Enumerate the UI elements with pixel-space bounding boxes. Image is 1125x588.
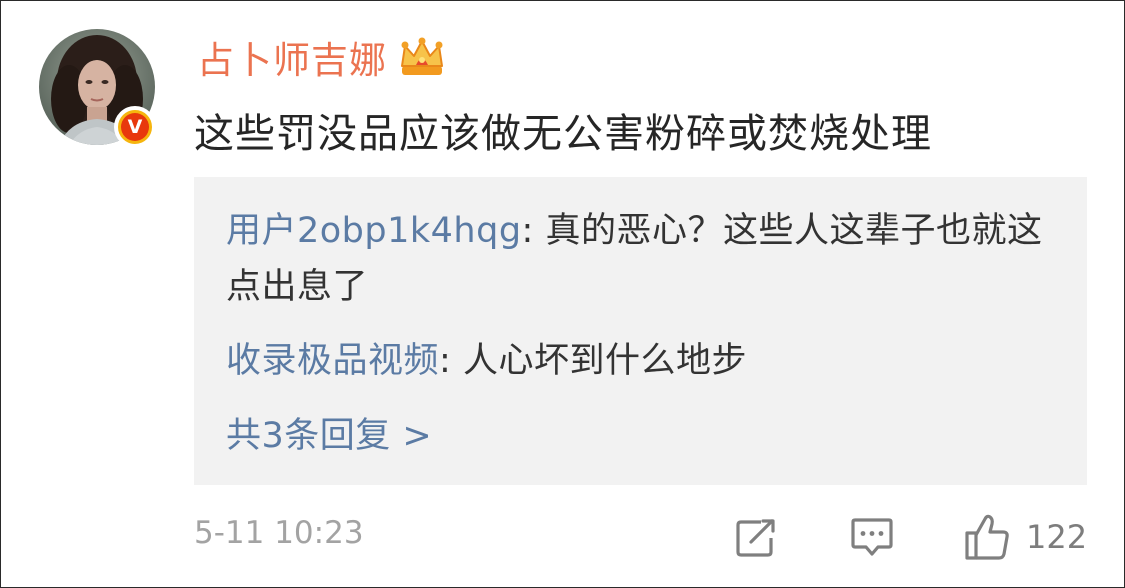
crown-icon[interactable] (399, 36, 445, 78)
like-count: 122 (1026, 518, 1088, 556)
comment-card: V 占卜师吉娜 这些罚没品应该做无公害粉碎或焚烧处理 用户2obp1k4hqg:… (0, 0, 1125, 588)
comment-username[interactable]: 占卜师吉娜 (197, 30, 387, 84)
reply-username[interactable]: 收录极品视频 (226, 341, 439, 381)
reply-item: 用户2obp1k4hqg: 真的恶心？这些人这辈子也就这点出息了 (226, 203, 1066, 315)
reply-preview-box[interactable]: 用户2obp1k4hqg: 真的恶心？这些人这辈子也就这点出息了 收录极品视频:… (194, 177, 1087, 485)
reply-separator: : (521, 211, 546, 251)
avatar[interactable]: V (39, 29, 156, 148)
reply-username[interactable]: 用户2obp1k4hqg (226, 211, 522, 251)
like-button[interactable]: 122 (964, 511, 1087, 563)
comment-text: 这些罚没品应该做无公害粉碎或焚烧处理 (194, 111, 932, 157)
reply-item: 收录极品视频: 人心坏到什么地步 (226, 333, 747, 389)
username-row: 占卜师吉娜 (197, 31, 445, 83)
like-icon (965, 514, 1009, 560)
comment-timestamp: 5-11 10:23 (194, 515, 364, 551)
share-icon[interactable] (735, 518, 777, 558)
reply-separator: : (439, 341, 463, 381)
reply-text: 人心坏到什么地步 (462, 341, 747, 381)
comment-icon[interactable] (850, 517, 894, 559)
more-replies-link[interactable]: 共3条回复 > (226, 407, 432, 458)
verified-badge: V (114, 106, 156, 148)
verified-v-icon: V (121, 113, 149, 141)
